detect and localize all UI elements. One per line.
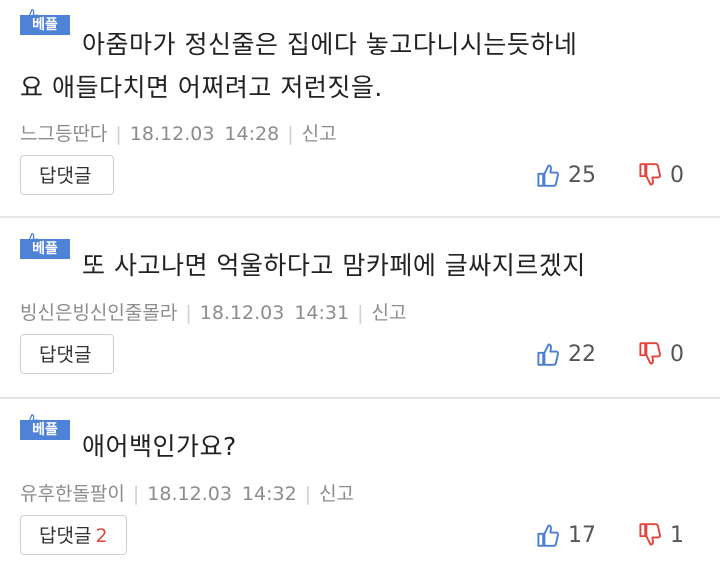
comment-meta: 빙신은빙신인줄몰라 | 18.12.03 14:31 | 신고 <box>20 302 407 324</box>
comment-text-line: 아줌마가 정신줄은 집에다 놓고다니시는듯하네 <box>82 30 578 59</box>
comment-text-line: 애어백인가요? <box>82 432 237 461</box>
upvote-button[interactable]: 22 <box>536 339 596 369</box>
comment-time: 14:32 <box>241 483 297 505</box>
thumbs-down-icon <box>639 163 662 186</box>
thumbs-down-icon <box>639 342 662 365</box>
upvote-button[interactable]: 25 <box>536 160 596 190</box>
downvote-count: 1 <box>670 522 684 548</box>
comment-text: 아줌마가 정신줄은 집에다 놓고다니시는듯하네 요 애들다치면 어쩌려고 저런짓… <box>20 23 704 109</box>
reply-button[interactable]: 답댓글 <box>20 334 115 374</box>
comment-meta: 유후한돌팔이 | 18.12.03 14:32 | 신고 <box>20 483 355 505</box>
comment-text: 애어백인가요? <box>20 425 704 468</box>
upvote-button[interactable]: 17 <box>536 520 596 550</box>
comment-item: 베플 아줌마가 정신줄은 집에다 놓고다니시는듯하네 요 애들다치면 어쩌려고 … <box>0 0 720 218</box>
report-link[interactable]: 신고 <box>372 302 407 324</box>
comment-time: 14:28 <box>224 123 280 145</box>
comment-text-line: 요 애들다치면 어쩌려고 저런짓을. <box>20 73 383 102</box>
reply-button[interactable]: 답댓글 <box>20 155 115 195</box>
comment-item: 베플 애어백인가요? 유후한돌팔이 | 18.12.03 14:32 | 신고 답댓글 2 … <box>0 399 720 575</box>
downvote-button[interactable]: 0 <box>638 339 684 369</box>
upvote-count: 17 <box>568 522 596 548</box>
report-link[interactable]: 신고 <box>302 123 337 145</box>
downvote-count: 0 <box>670 162 684 188</box>
comment-date: 18.12.03 <box>199 302 285 324</box>
thumbs-up-icon <box>537 343 560 366</box>
reply-button[interactable]: 답댓글 2 <box>20 515 127 555</box>
reply-button-label: 답댓글 <box>39 344 92 366</box>
reply-button-label: 답댓글 <box>39 525 92 547</box>
reply-button-label: 답댓글 <box>39 165 92 187</box>
downvote-count: 0 <box>670 341 684 367</box>
author-name[interactable]: 느그등딴다 <box>20 123 107 145</box>
comment-date: 18.12.03 <box>129 123 215 145</box>
reply-count: 2 <box>95 525 108 547</box>
author-name[interactable]: 유후한돌팔이 <box>20 483 125 505</box>
downvote-button[interactable]: 1 <box>638 520 684 550</box>
author-name[interactable]: 빙신은빙신인줄몰라 <box>20 302 177 324</box>
downvote-button[interactable]: 0 <box>638 160 684 190</box>
thumbs-up-icon <box>537 524 560 547</box>
comment-date: 18.12.03 <box>147 483 232 505</box>
comment-item: 베플 또 사고나면 억울하다고 맘카페에 글싸지르겠지 빙신은빙신인줄몰라 | 18… <box>0 218 720 399</box>
upvote-count: 25 <box>568 162 596 188</box>
comment-time: 14:31 <box>294 302 350 324</box>
comment-text: 또 사고나면 억울하다고 맘카페에 글싸지르겠지 <box>20 244 704 287</box>
thumbs-down-icon <box>639 523 662 546</box>
report-link[interactable]: 신고 <box>319 483 354 505</box>
upvote-count: 22 <box>568 341 596 367</box>
thumbs-up-icon <box>537 164 560 187</box>
comment-meta: 느그등딴다 | 18.12.03 14:28 | 신고 <box>20 123 337 145</box>
comment-text-line: 또 사고나면 억울하다고 맘카페에 글싸지르겠지 <box>82 251 586 280</box>
